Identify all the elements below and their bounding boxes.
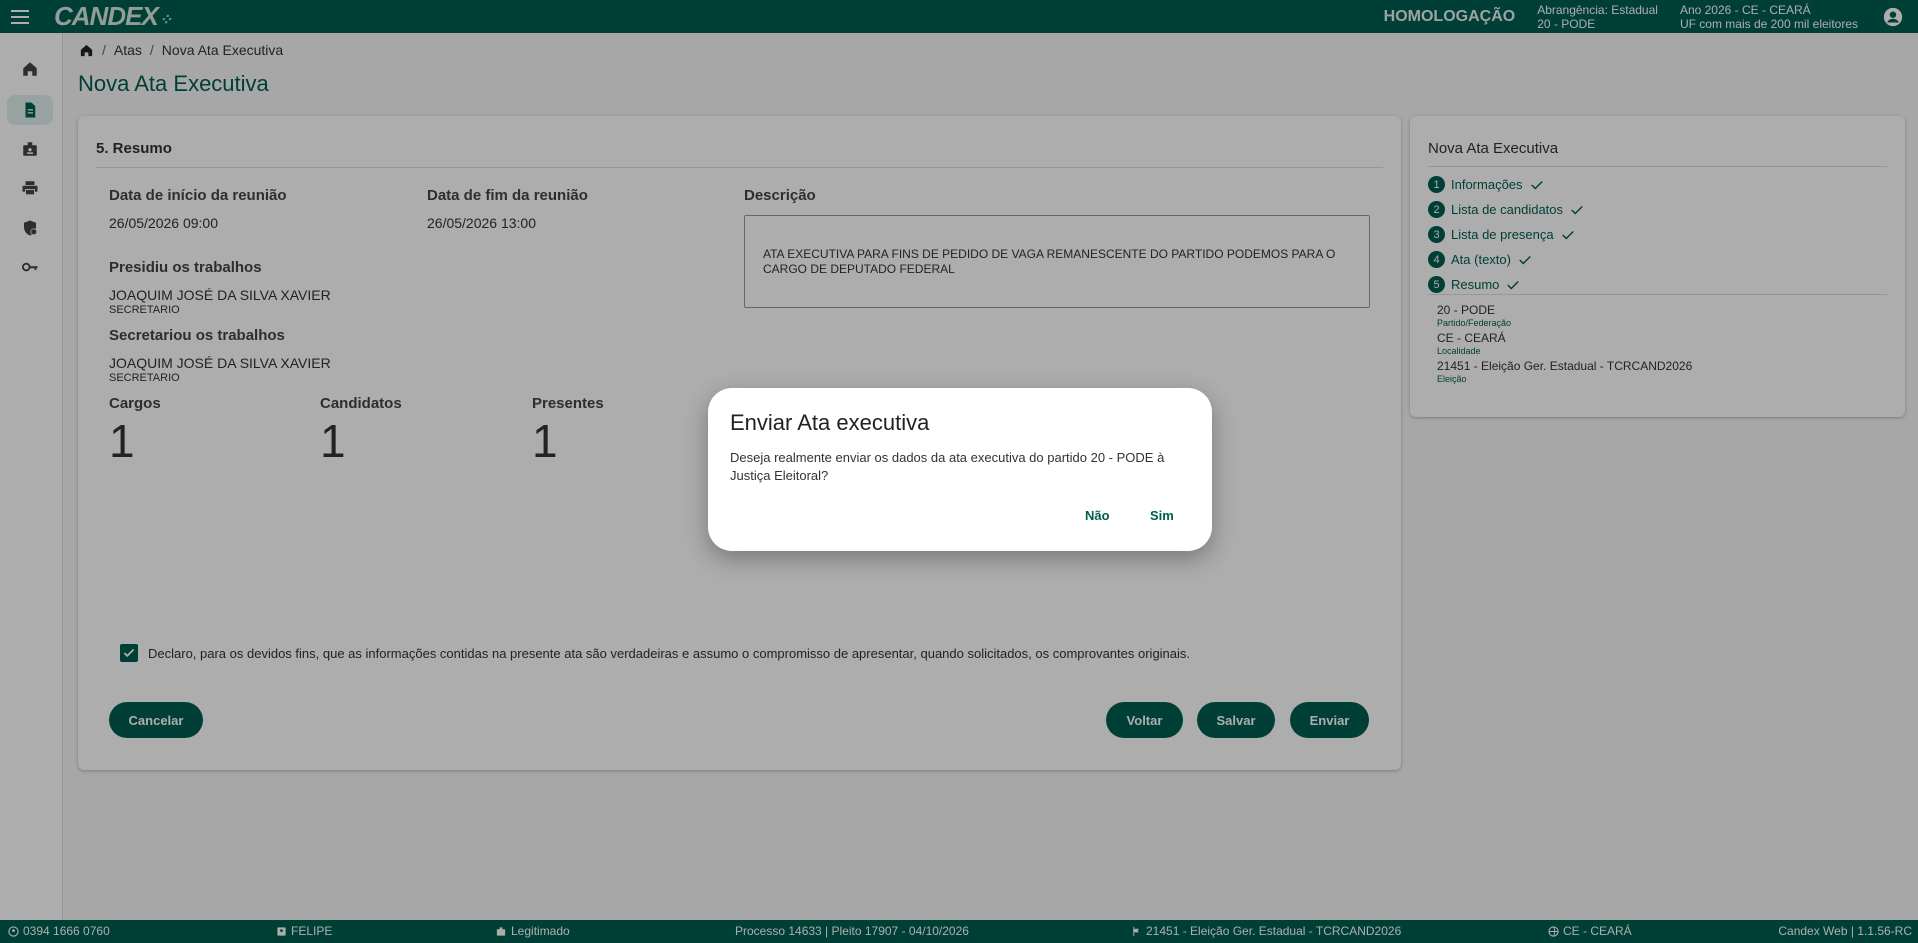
confirm-dialog: Enviar Ata executiva Deseja realmente en… <box>708 388 1212 551</box>
dialog-yes-button[interactable]: Sim <box>1142 504 1182 527</box>
dialog-message: Deseja realmente enviar os dados da ata … <box>730 450 1165 483</box>
dialog-no-button[interactable]: Não <box>1077 504 1118 527</box>
dialog-title: Enviar Ata executiva <box>730 410 930 435</box>
